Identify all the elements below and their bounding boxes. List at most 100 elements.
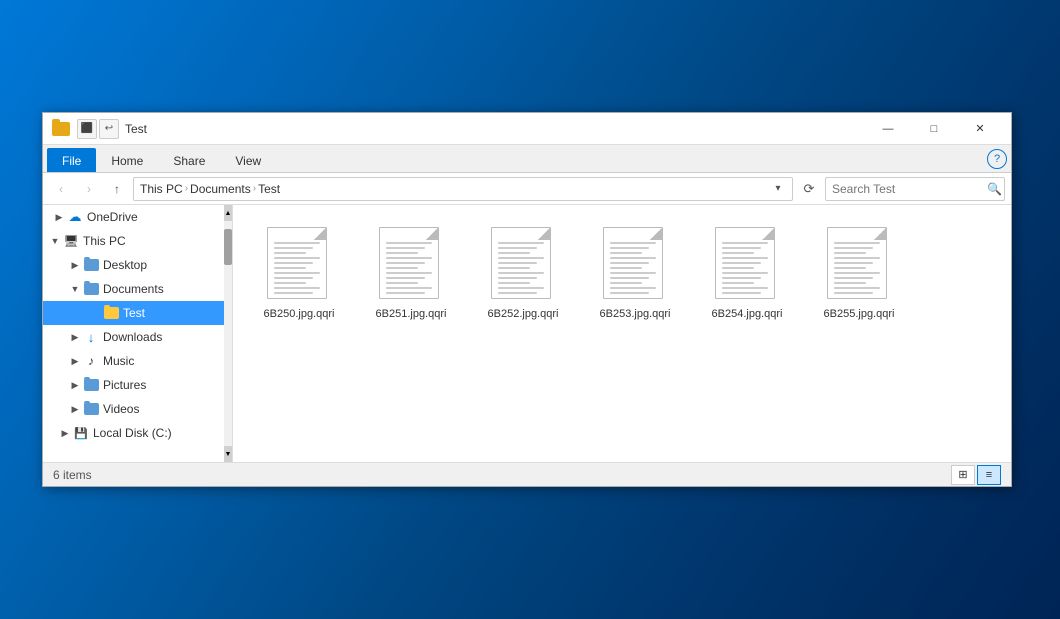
forward-button[interactable]: › — [77, 177, 101, 201]
close-button[interactable]: ✕ — [957, 113, 1003, 145]
file-item-3[interactable]: 6B253.jpg.qqri — [585, 221, 685, 327]
file-name-5: 6B255.jpg.qqri — [824, 307, 895, 321]
expand-icon-pictures: ▶ — [67, 377, 83, 393]
pictures-folder-icon — [83, 377, 99, 393]
onedrive-icon: ☁ — [67, 209, 83, 225]
view-details-btn[interactable]: ⊞ — [951, 465, 975, 485]
sidebar-item-test[interactable]: Test — [43, 301, 232, 325]
crumb-sep-1: › — [185, 183, 188, 194]
sidebar: ▶ ☁ OneDrive ▼ 🖥 This PC ▶ Desktop ▼ — [43, 205, 233, 462]
window-title: Test — [125, 122, 865, 136]
search-box[interactable]: 🔍 — [825, 177, 1005, 201]
file-item-2[interactable]: 6B252.jpg.qqri — [473, 221, 573, 327]
file-item-4[interactable]: 6B254.jpg.qqri — [697, 221, 797, 327]
quick-access-toolbar: ⬛ ↩ — [77, 119, 119, 139]
crumb-sep-2: › — [253, 183, 256, 194]
expand-icon-onedrive: ▶ — [51, 209, 67, 225]
main-area: ▶ ☁ OneDrive ▼ 🖥 This PC ▶ Desktop ▼ — [43, 205, 1011, 462]
search-icon[interactable]: 🔍 — [987, 182, 1002, 196]
expand-icon-localdisk: ▶ — [57, 425, 73, 441]
sidebar-item-music[interactable]: ▶ ♪ Music — [43, 349, 232, 373]
sidebar-item-localdisk[interactable]: ▶ 💾 Local Disk (C:) — [43, 421, 232, 445]
maximize-button[interactable]: □ — [911, 113, 957, 145]
window-folder-icon — [51, 119, 71, 139]
videos-folder-icon — [83, 401, 99, 417]
sidebar-label-localdisk: Local Disk (C:) — [93, 426, 172, 440]
view-large-icons-btn[interactable]: ≡ — [977, 465, 1001, 485]
nav-bar: ‹ › ↑ This PC › Documents › Test ▾ ⟳ 🔍 — [43, 173, 1011, 205]
scrollbar-thumb[interactable] — [224, 229, 232, 265]
refresh-button[interactable]: ⟳ — [797, 177, 821, 201]
sidebar-label-pictures: Pictures — [103, 378, 146, 392]
sidebar-item-desktop[interactable]: ▶ Desktop — [43, 253, 232, 277]
explorer-window: ⬛ ↩ Test — □ ✕ File Home Share View ? ‹ … — [42, 112, 1012, 487]
address-bar[interactable]: This PC › Documents › Test ▾ — [133, 177, 793, 201]
file-icon-3 — [603, 227, 667, 303]
file-area: 6B250.jpg.qqri — [233, 205, 1011, 462]
sidebar-label-videos: Videos — [103, 402, 139, 416]
title-bar: ⬛ ↩ Test — □ ✕ — [43, 113, 1011, 145]
sidebar-label-documents: Documents — [103, 282, 164, 296]
file-icon-4 — [715, 227, 779, 303]
expand-icon-documents: ▼ — [67, 281, 83, 297]
tab-view[interactable]: View — [220, 148, 276, 172]
crumb-thispc[interactable]: This PC — [140, 182, 183, 196]
thispc-icon: 🖥 — [63, 233, 79, 249]
scrollbar-up-btn[interactable]: ▲ — [224, 205, 232, 221]
address-dropdown-btn[interactable]: ▾ — [770, 177, 786, 201]
file-item-0[interactable]: 6B250.jpg.qqri — [249, 221, 349, 327]
status-bar: 6 items ⊞ ≡ — [43, 462, 1011, 486]
sidebar-label-onedrive: OneDrive — [87, 210, 138, 224]
file-name-1: 6B251.jpg.qqri — [376, 307, 447, 321]
test-folder-icon — [103, 305, 119, 321]
sidebar-item-videos[interactable]: ▶ Videos — [43, 397, 232, 421]
localdisk-icon: 💾 — [73, 425, 89, 441]
desktop-folder-icon — [83, 257, 99, 273]
tab-share[interactable]: Share — [158, 148, 220, 172]
ribbon-tabs: File Home Share View ? — [43, 145, 1011, 173]
back-button[interactable]: ‹ — [49, 177, 73, 201]
file-name-3: 6B253.jpg.qqri — [600, 307, 671, 321]
help-button[interactable]: ? — [987, 149, 1007, 169]
view-buttons: ⊞ ≡ — [951, 465, 1001, 485]
crumb-test[interactable]: Test — [258, 182, 280, 196]
downloads-icon: ↓ — [83, 329, 99, 345]
up-button[interactable]: ↑ — [105, 177, 129, 201]
qat-undo-btn[interactable]: ↩ — [99, 119, 119, 139]
sidebar-item-thispc[interactable]: ▼ 🖥 This PC — [43, 229, 232, 253]
window-controls: — □ ✕ — [865, 113, 1003, 145]
expand-icon-test — [87, 305, 103, 321]
file-icon-5 — [827, 227, 891, 303]
tab-file[interactable]: File — [47, 148, 96, 172]
expand-icon-desktop: ▶ — [67, 257, 83, 273]
scrollbar-down-btn[interactable]: ▼ — [224, 446, 232, 462]
minimize-button[interactable]: — — [865, 113, 911, 145]
search-input[interactable] — [832, 182, 987, 196]
sidebar-label-test: Test — [123, 306, 145, 320]
expand-icon-videos: ▶ — [67, 401, 83, 417]
crumb-documents[interactable]: Documents — [190, 182, 251, 196]
file-name-4: 6B254.jpg.qqri — [712, 307, 783, 321]
sidebar-label-thispc: This PC — [83, 234, 126, 248]
file-item-5[interactable]: 6B255.jpg.qqri — [809, 221, 909, 327]
file-name-2: 6B252.jpg.qqri — [488, 307, 559, 321]
expand-icon-music: ▶ — [67, 353, 83, 369]
file-icon-0 — [267, 227, 331, 303]
music-icon: ♪ — [83, 353, 99, 369]
sidebar-label-downloads: Downloads — [103, 330, 162, 344]
sidebar-item-pictures[interactable]: ▶ Pictures — [43, 373, 232, 397]
file-icon-1 — [379, 227, 443, 303]
sidebar-label-music: Music — [103, 354, 134, 368]
item-count: 6 items — [53, 468, 951, 482]
sidebar-item-downloads[interactable]: ▶ ↓ Downloads — [43, 325, 232, 349]
sidebar-item-documents[interactable]: ▼ Documents — [43, 277, 232, 301]
documents-folder-icon — [83, 281, 99, 297]
file-icon-2 — [491, 227, 555, 303]
sidebar-scrollbar: ▲ ▼ — [224, 205, 232, 462]
qat-properties-btn[interactable]: ⬛ — [77, 119, 97, 139]
breadcrumb: This PC › Documents › Test — [140, 182, 280, 196]
tab-home[interactable]: Home — [96, 148, 158, 172]
file-item-1[interactable]: 6B251.jpg.qqri — [361, 221, 461, 327]
sidebar-item-onedrive[interactable]: ▶ ☁ OneDrive — [43, 205, 232, 229]
file-name-0: 6B250.jpg.qqri — [264, 307, 335, 321]
